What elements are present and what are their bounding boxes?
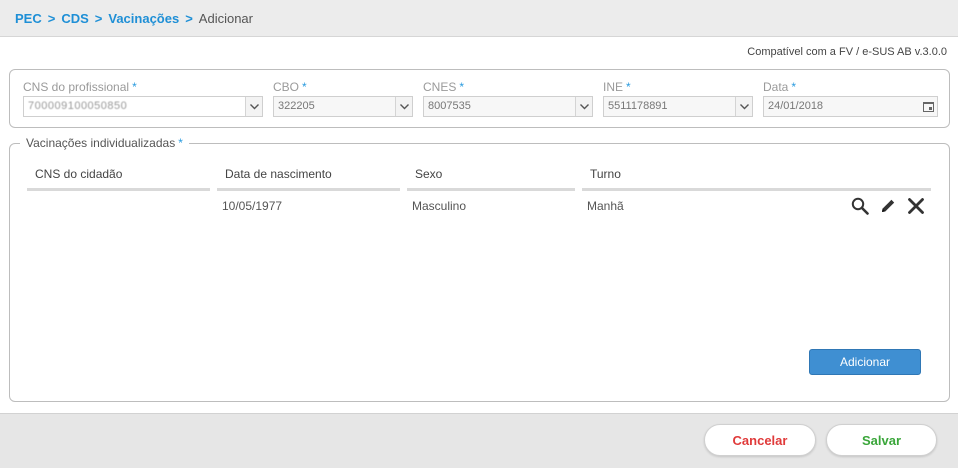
cnes-select[interactable]: 8007535 — [423, 96, 593, 117]
search-icon[interactable] — [850, 196, 870, 216]
required-marker: * — [178, 136, 183, 150]
required-marker: * — [626, 80, 631, 94]
ine-select[interactable]: 5511178891 — [603, 96, 753, 117]
add-vaccination-button[interactable]: Adicionar — [809, 349, 921, 375]
breadcrumb: PEC > CDS > Vacinações > Adicionar — [15, 11, 253, 26]
column-divider — [407, 188, 575, 191]
cbo-select[interactable]: 322205 — [273, 96, 413, 117]
pencil-icon[interactable] — [878, 196, 898, 216]
column-divider — [27, 188, 210, 191]
column-header-sexo[interactable]: Sexo — [415, 167, 442, 181]
data-label: Data * — [763, 80, 797, 94]
chevron-down-icon[interactable] — [735, 97, 752, 116]
required-marker: * — [132, 80, 137, 94]
column-divider — [217, 188, 400, 191]
ine-label: INE * — [603, 80, 631, 94]
breadcrumb-separator: > — [185, 11, 193, 26]
required-marker: * — [459, 80, 465, 94]
cns-profissional-field: CNS do profissional * 700009100050850 — [23, 80, 263, 117]
required-marker: * — [791, 80, 797, 94]
chevron-down-icon[interactable] — [245, 97, 262, 116]
breadcrumb-separator: > — [94, 11, 103, 26]
compatibility-note: Compatível com a FV / e-SUS AB v.3.0.0 — [747, 46, 947, 58]
column-header-cns[interactable]: CNS do cidadão — [35, 167, 122, 181]
data-value: 24/01/2018 — [768, 100, 824, 112]
ine-value: 5511178891 — [608, 100, 668, 112]
calendar-icon[interactable] — [920, 97, 937, 116]
vaccinations-fieldset: Vacinações individualizadas * CNS do cida… — [9, 136, 950, 402]
breadcrumb-separator: > — [47, 11, 56, 26]
cnes-field: CNES * 8007535 — [423, 80, 593, 117]
breadcrumb-current: Adicionar — [198, 11, 253, 26]
breadcrumb-link-vacinacoes[interactable]: Vacinações — [108, 11, 179, 26]
cell-sexo: Masculino — [412, 199, 467, 213]
cns-profissional-label: CNS do profissional * — [23, 80, 137, 94]
chevron-down-icon[interactable] — [575, 97, 592, 116]
column-header-turno[interactable]: Turno — [590, 167, 621, 181]
data-input[interactable]: 24/01/2018 — [763, 96, 938, 117]
close-icon[interactable] — [906, 196, 926, 216]
cnes-label: CNES * — [423, 80, 465, 94]
breadcrumb-link-cds[interactable]: CDS — [61, 11, 88, 26]
cns-profissional-select[interactable]: 700009100050850 — [23, 96, 263, 117]
column-divider — [582, 188, 931, 191]
column-header-data-nascimento[interactable]: Data de nascimento — [225, 167, 332, 181]
breadcrumb-link-pec[interactable]: PEC — [15, 11, 42, 26]
header-bar: PEC > CDS > Vacinações > Adicionar — [0, 0, 958, 37]
ine-field: INE * 5511178891 — [603, 80, 753, 117]
cbo-value: 322205 — [278, 100, 315, 112]
cancel-button[interactable]: Cancelar — [704, 424, 816, 456]
cbo-label: CBO * — [273, 80, 307, 94]
cnes-value: 8007535 — [428, 100, 471, 112]
cns-profissional-value: 700009100050850 — [28, 100, 128, 112]
cell-turno: Manhã — [587, 199, 624, 213]
chevron-down-icon[interactable] — [395, 97, 412, 116]
data-field: Data * 24/01/2018 — [763, 80, 938, 117]
required-marker: * — [302, 80, 307, 94]
save-button[interactable]: Salvar — [826, 424, 937, 456]
cell-data-nascimento: 10/05/1977 — [222, 199, 283, 213]
cbo-field: CBO * 322205 — [273, 80, 413, 117]
vaccinations-legend: Vacinações individualizadas * — [20, 136, 189, 150]
professional-fieldset: CNS do profissional * 700009100050850 CBO… — [9, 69, 950, 128]
footer-bar: Cancelar Salvar — [0, 413, 958, 468]
